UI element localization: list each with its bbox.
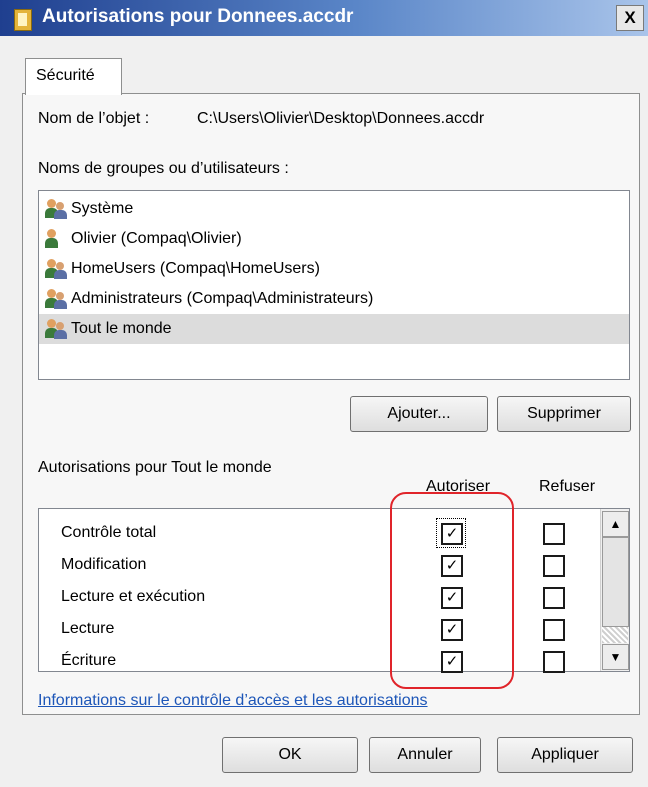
users-icon bbox=[45, 258, 69, 280]
list-item[interactable]: HomeUsers (Compaq\HomeUsers) bbox=[39, 254, 629, 284]
ok-button[interactable]: OK bbox=[222, 737, 358, 773]
permissions-scrollbar[interactable]: ▲ ▼ bbox=[600, 509, 629, 671]
list-item-label: Olivier (Compaq\Olivier) bbox=[71, 230, 242, 247]
apply-button[interactable]: Appliquer bbox=[497, 737, 633, 773]
deny-checkbox[interactable] bbox=[543, 587, 565, 609]
allow-checkbox[interactable]: ✓ bbox=[441, 555, 463, 577]
allow-checkbox[interactable]: ✓ bbox=[441, 523, 463, 545]
scroll-track[interactable] bbox=[602, 627, 628, 643]
list-item-label: HomeUsers (Compaq\HomeUsers) bbox=[71, 260, 320, 277]
permission-name: Lecture bbox=[61, 620, 115, 637]
folder-icon bbox=[14, 9, 32, 31]
list-item-label: Tout le monde bbox=[71, 320, 172, 337]
table-row: Écriture ✓ bbox=[39, 645, 599, 677]
access-control-info-link[interactable]: Informations sur le contrôle d’accès et … bbox=[38, 692, 428, 710]
allow-checkbox[interactable]: ✓ bbox=[441, 651, 463, 673]
users-icon bbox=[45, 198, 69, 220]
object-path: C:\Users\Olivier\Desktop\Donnees.accdr bbox=[197, 110, 485, 127]
permission-name: Modification bbox=[61, 556, 147, 573]
tab-securite[interactable]: Sécurité bbox=[25, 58, 122, 95]
permission-name: Lecture et exécution bbox=[61, 588, 206, 605]
tab-label: Sécurité bbox=[36, 67, 95, 84]
groups-listbox[interactable]: Système Olivier (Compaq\Olivier) HomeUse… bbox=[38, 190, 630, 380]
window-title: Autorisations pour Donnees.accdr bbox=[42, 6, 354, 27]
permission-name: Contrôle total bbox=[61, 524, 157, 541]
table-row: Modification ✓ bbox=[39, 549, 599, 581]
users-icon bbox=[45, 288, 69, 310]
permissions-label: Autorisations pour Tout le monde bbox=[38, 459, 272, 476]
permission-name: Écriture bbox=[61, 652, 117, 669]
table-row: Lecture et exécution ✓ bbox=[39, 581, 599, 613]
list-item-label: Système bbox=[71, 200, 134, 217]
remove-button[interactable]: Supprimer bbox=[497, 396, 631, 432]
deny-checkbox[interactable] bbox=[543, 555, 565, 577]
allow-checkbox[interactable]: ✓ bbox=[441, 619, 463, 641]
object-name-label: Nom de l’objet : bbox=[38, 110, 150, 127]
list-item[interactable]: Administrateurs (Compaq\Administrateurs) bbox=[39, 284, 629, 314]
allow-header: Autoriser bbox=[426, 478, 491, 495]
list-item-selected[interactable]: Tout le monde bbox=[39, 314, 629, 344]
allow-checkbox[interactable]: ✓ bbox=[441, 587, 463, 609]
list-item[interactable]: Système bbox=[39, 194, 629, 224]
scroll-up-icon[interactable]: ▲ bbox=[602, 511, 629, 537]
list-item-label: Administrateurs (Compaq\Administrateurs) bbox=[71, 290, 374, 307]
users-icon bbox=[45, 318, 69, 340]
deny-checkbox[interactable] bbox=[543, 619, 565, 641]
title-bar: Autorisations pour Donnees.accdr X bbox=[0, 0, 648, 36]
add-button[interactable]: Ajouter... bbox=[350, 396, 488, 432]
scroll-down-icon[interactable]: ▼ bbox=[602, 644, 629, 670]
deny-header: Refuser bbox=[539, 478, 596, 495]
close-button[interactable]: X bbox=[616, 5, 644, 31]
user-icon bbox=[45, 228, 69, 250]
permissions-table: Contrôle total ✓ Modification ✓ Lecture … bbox=[38, 508, 630, 673]
list-item[interactable]: Olivier (Compaq\Olivier) bbox=[39, 224, 629, 254]
table-row: Lecture ✓ bbox=[39, 613, 599, 645]
deny-checkbox[interactable] bbox=[543, 651, 565, 673]
cancel-button[interactable]: Annuler bbox=[369, 737, 481, 773]
table-row: Contrôle total ✓ bbox=[39, 517, 599, 549]
groups-label: Noms de groupes ou d’utilisateurs : bbox=[38, 160, 289, 177]
scroll-thumb[interactable] bbox=[602, 537, 629, 627]
deny-checkbox[interactable] bbox=[543, 523, 565, 545]
